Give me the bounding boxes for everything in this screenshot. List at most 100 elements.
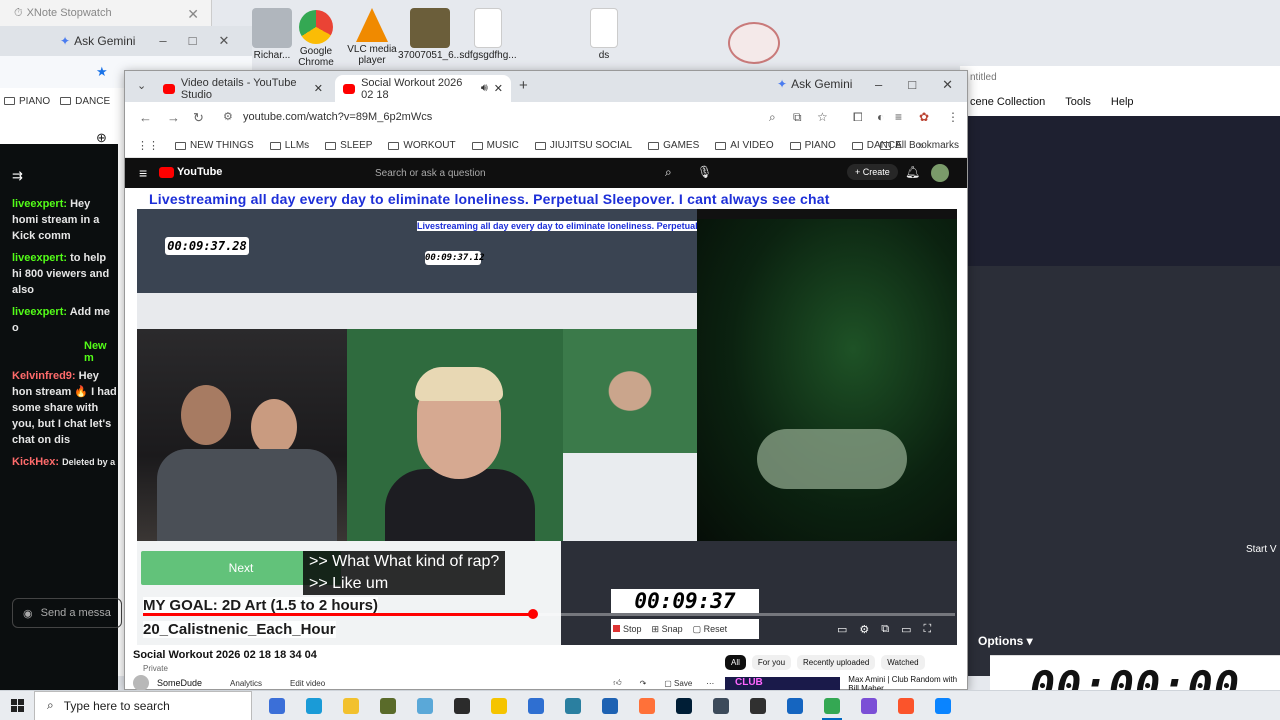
taskbar-app[interactable] [554,691,591,720]
reset-button[interactable]: ▢ Reset [693,624,728,635]
recommended-thumbnail[interactable]: CLUB [725,677,841,691]
taskbar-app[interactable] [739,691,776,720]
subtitles-icon[interactable]: ▭ [837,623,847,636]
audio-icon[interactable]: 🔊︎ [481,82,488,95]
ask-gemini-button[interactable]: ✦ Ask Gemini [777,77,852,91]
bookmark-dance[interactable]: DANCE [60,96,110,107]
extensions-icon[interactable]: ⧠ [853,110,863,125]
desktop-icon[interactable]: sdfgsgdfhg... [456,4,520,61]
miniplayer-icon[interactable]: ⧉ [881,623,889,636]
menu-dots-icon[interactable]: ⋮ [947,110,959,124]
all-bookmarks[interactable]: All Bookmarks [880,140,959,151]
chat-send-input[interactable]: ◉ Send a messa [12,598,122,628]
close-icon[interactable]: ✕ [187,6,199,23]
video-player[interactable]: Livestreaming all day every day to elimi… [137,189,957,645]
close-icon[interactable]: ✕ [942,77,953,93]
analytics-button[interactable]: Analytics [230,679,262,688]
filter-chip-recently-uploaded[interactable]: Recently uploaded [797,655,876,670]
menu-scene-collection[interactable]: cene Collection [970,96,1045,108]
avatar[interactable] [931,164,949,182]
filter-chip-for-you[interactable]: For you [751,655,792,670]
create-button[interactable]: + Create [847,164,898,180]
taskbar-app[interactable] [517,691,554,720]
install-icon[interactable]: ⧉ [793,110,802,125]
bookmark-new-things[interactable]: NEW THINGS [175,140,254,151]
youtube-search-input[interactable]: Search or ask a question [363,164,683,184]
obs-start-button[interactable]: Start V [1246,544,1277,555]
stop-button[interactable]: Stop [613,624,642,634]
filter-chip-all[interactable]: All [725,655,746,670]
taskbar-app[interactable] [369,691,406,720]
chat-username[interactable]: KickHex: [12,456,59,468]
desktop-icon[interactable]: 37007051_6... [398,4,462,61]
ask-gemini-button[interactable]: ✦ Ask Gemini [60,34,135,48]
video-progress-bar[interactable] [143,609,955,619]
bookmark-sleep[interactable]: SLEEP [325,140,372,151]
desktop-icon[interactable]: ds [572,4,636,61]
chat-username[interactable]: liveexpert: [12,198,67,210]
bookmark-star-icon[interactable]: ☆ [817,110,828,124]
tab-search-icon[interactable]: ⌄ [137,79,146,92]
url-field[interactable]: youtube.com/watch?v=89M_6p2mWcs [243,111,432,123]
taskbar-app[interactable] [480,691,517,720]
taskbar-app[interactable] [887,691,924,720]
back-icon[interactable]: ← [139,110,152,125]
new-tab-icon[interactable]: + [519,77,528,94]
obs-options-button[interactable]: Options ▾ [978,634,1033,648]
zoom-icon[interactable]: ⌕ [769,110,776,125]
taskbar-app[interactable] [924,691,961,720]
notifications-bell-icon[interactable]: 🔔︎ [905,165,920,179]
share-icon[interactable]: ↷ [640,679,647,688]
bookmark-piano[interactable]: PIANO [4,96,50,107]
progress-scrubber[interactable] [527,609,538,619]
snap-button[interactable]: ⊞ Snap [652,624,683,635]
taskbar-app[interactable] [258,691,295,720]
more-icon[interactable]: ⋯ [706,679,714,688]
theater-icon[interactable]: ▭ [901,623,911,636]
save-button[interactable]: ▢ Save [664,679,692,688]
fullscreen-icon[interactable]: ⛶ [924,623,932,636]
taskbar-app[interactable] [591,691,628,720]
bookmark-piano[interactable]: PIANO [789,140,836,151]
taskbar-app[interactable] [628,691,665,720]
channel-avatar[interactable] [133,675,149,691]
extension-puzzle-icon[interactable]: ✿ [919,110,929,124]
menu-tools[interactable]: Tools [1065,96,1091,108]
hamburger-menu-icon[interactable]: ≡ [139,165,147,181]
search-icon[interactable]: ⌕ [665,165,672,180]
close-tab-icon[interactable]: ✕ [494,82,503,95]
desktop-icon[interactable]: VLC media player [340,4,404,66]
settings-icon[interactable]: ⚙ [859,623,869,636]
maximize-icon[interactable]: □ [908,77,916,93]
apps-grid-icon[interactable]: ⋮⋮ [137,139,159,152]
tab-video-details[interactable]: Video details - YouTube Studio ✕ [155,75,331,102]
media-icon[interactable]: ≡ [895,110,902,124]
bookmark-llms[interactable]: LLMs [269,140,309,151]
bookmark-ai-video[interactable]: AI VIDEO [715,140,774,151]
close-tab-icon[interactable]: ✕ [314,82,323,95]
channel-name[interactable]: SomeDude [157,678,202,688]
edit-video-button[interactable]: Edit video [290,679,325,688]
site-info-icon[interactable]: ⚙ [223,110,233,123]
bookmark-jiujitsu-social[interactable]: JIUJITSU SOCIAL [534,140,632,151]
bookmark-games[interactable]: GAMES [648,140,699,151]
youtube-logo[interactable]: YouTube [159,166,222,178]
chat-username[interactable]: liveexpert: [12,306,67,318]
taskbar-search[interactable]: ⌕ Type here to search [34,690,252,720]
taskbar-app[interactable] [443,691,480,720]
taskbar-app[interactable] [332,691,369,720]
start-button[interactable] [0,691,34,720]
taskbar-app[interactable] [665,691,702,720]
menu-help[interactable]: Help [1111,96,1134,108]
taskbar-app[interactable] [295,691,332,720]
forward-icon[interactable]: → [167,110,180,125]
minimize-icon[interactable]: – [875,77,882,93]
window-controls[interactable]: –□✕ [159,33,251,49]
profile-icon[interactable]: ◐ [877,110,884,124]
bookmark-workout[interactable]: WORKOUT [388,140,456,151]
chat-username[interactable]: liveexpert: [12,252,67,264]
taskbar-app[interactable] [702,691,739,720]
desktop-icon[interactable]: Google Chrome [284,4,348,68]
bookmark-music[interactable]: MUSIC [471,140,519,151]
collapse-chat-icon[interactable]: ⇉ [0,144,118,196]
